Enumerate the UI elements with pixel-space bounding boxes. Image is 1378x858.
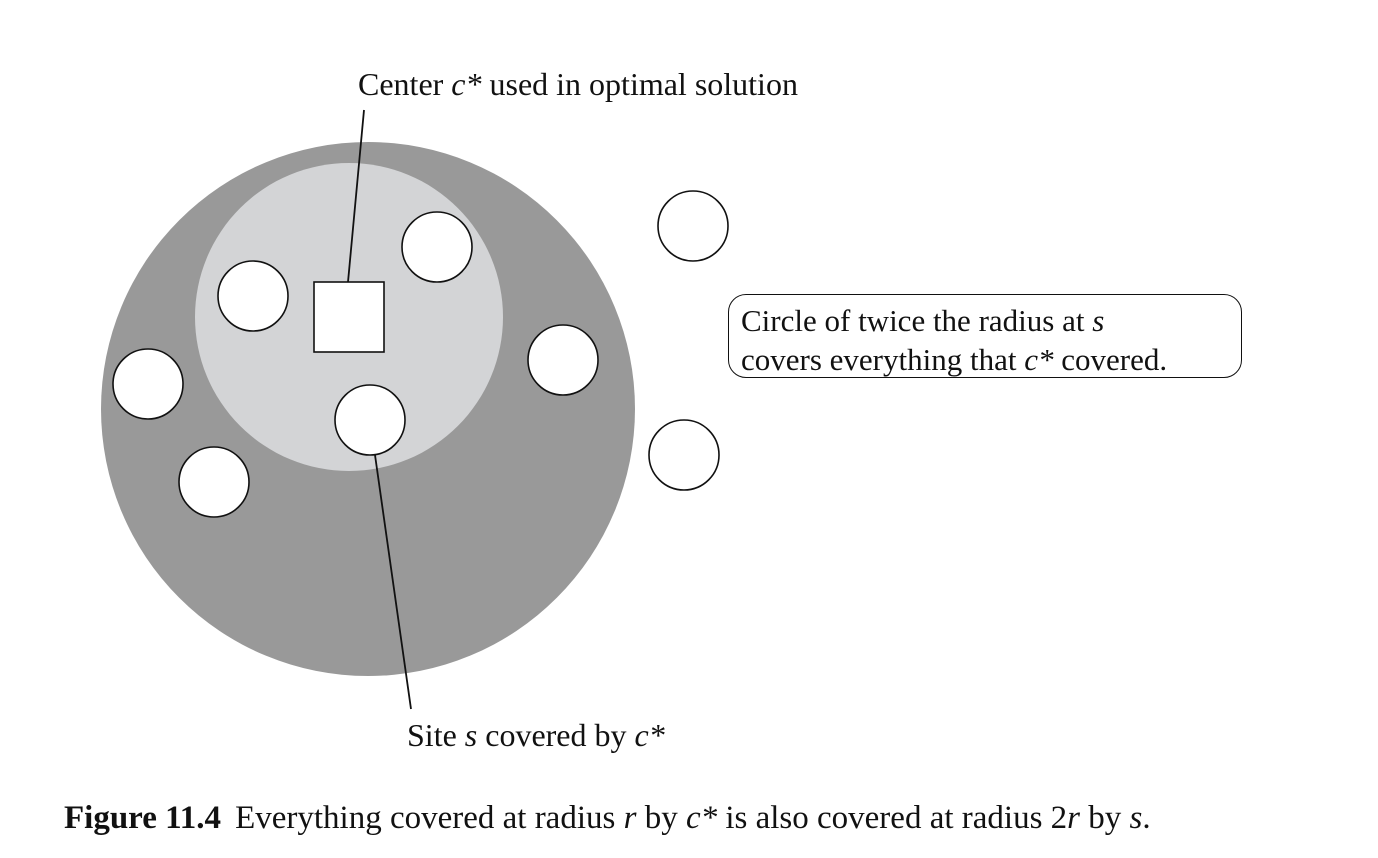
site-label: Site s covered by c*	[407, 717, 665, 753]
coverage-diagram	[101, 109, 729, 710]
center-label: Center c* used in optimal solution	[358, 66, 798, 102]
figure-number: Figure 11.4	[64, 800, 222, 836]
site-circle-icon	[217, 260, 289, 332]
figure-caption: Figure 11.4 Everything covered at radius …	[64, 800, 1151, 836]
callout-line-2: covers everything that c* covered.	[741, 342, 1168, 377]
site-circle-icon	[178, 446, 250, 518]
site-circle-icon	[648, 419, 720, 491]
site-circle-icon	[112, 348, 184, 420]
callout-line-1: Circle of twice the radius at s	[741, 303, 1105, 338]
site-s-circle-icon	[334, 384, 406, 456]
site-circle-icon	[401, 211, 473, 283]
center-square-icon	[313, 281, 385, 353]
callout-box: Circle of twice the radius at s covers e…	[728, 294, 1242, 378]
site-circle-icon	[657, 190, 729, 262]
site-circle-icon	[527, 324, 599, 396]
